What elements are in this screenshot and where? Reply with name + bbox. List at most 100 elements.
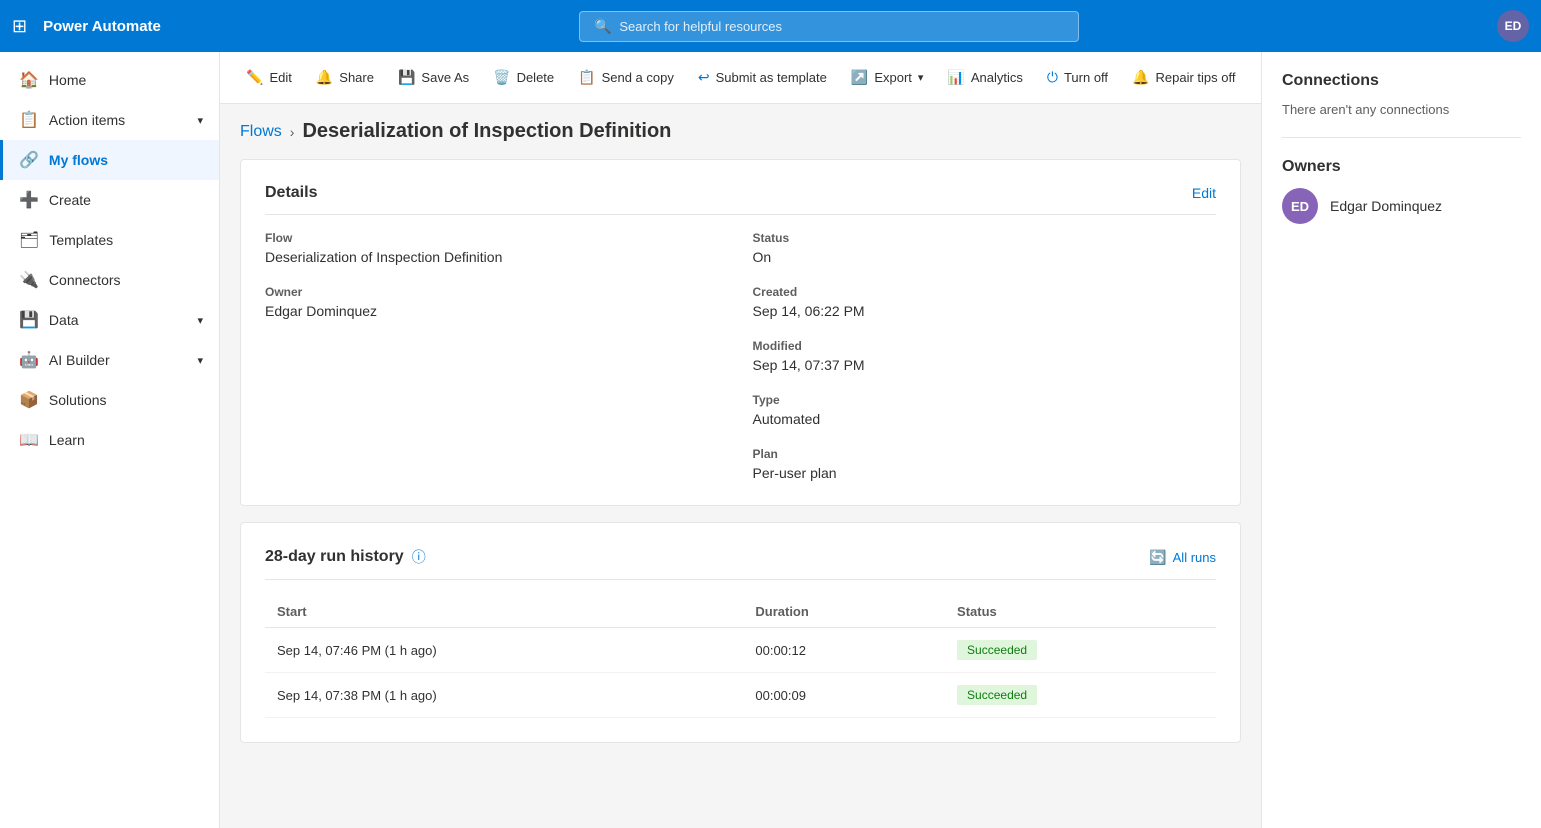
- turn-off-label: Turn off: [1064, 70, 1108, 85]
- run-history-title-row: 28-day run history ⓘ: [265, 547, 426, 567]
- sidebar-item-action-items[interactable]: 📋 Action items ▾: [0, 100, 219, 140]
- panel-divider: [1282, 137, 1521, 138]
- created-label: Created: [753, 285, 1217, 299]
- sidebar-item-create[interactable]: ➕ Create: [0, 180, 219, 220]
- edit-button[interactable]: ✏️ Edit: [236, 63, 302, 92]
- sidebar-label-connectors: Connectors: [49, 272, 121, 288]
- connections-title: Connections: [1282, 72, 1521, 90]
- sidebar-item-learn[interactable]: 📖 Learn: [0, 420, 219, 460]
- info-icon[interactable]: ⓘ: [412, 547, 426, 567]
- delete-label: Delete: [517, 70, 555, 85]
- export-label: Export: [874, 70, 912, 85]
- create-icon: ➕: [19, 190, 39, 210]
- save-as-icon: 💾: [398, 69, 415, 86]
- sidebar-label-create: Create: [49, 192, 91, 208]
- all-runs-label: All runs: [1173, 550, 1216, 565]
- turn-off-button[interactable]: ⏻ Turn off: [1037, 63, 1118, 92]
- run-history-table: Start Duration Status Sep 14, 07:46 PM (…: [265, 596, 1216, 718]
- sidebar-item-solutions[interactable]: 📦 Solutions: [0, 380, 219, 420]
- export-button[interactable]: ↗️ Export ▾: [841, 63, 934, 92]
- send-copy-icon: 📋: [578, 69, 595, 86]
- sidebar-label-solutions: Solutions: [49, 392, 107, 408]
- col-status: Status: [945, 596, 1216, 628]
- modified-label: Modified: [753, 339, 1217, 353]
- submit-template-button[interactable]: ↩ Submit as template: [688, 63, 837, 92]
- sidebar-label-home: Home: [49, 72, 86, 88]
- all-runs-button[interactable]: 🔄 All runs: [1149, 549, 1216, 566]
- export-icon: ↗️: [851, 69, 868, 86]
- send-copy-label: Send a copy: [602, 70, 674, 85]
- plan-label: Plan: [753, 447, 1217, 461]
- delete-button[interactable]: 🗑️ Delete: [483, 63, 564, 92]
- run-history-card: 28-day run history ⓘ 🔄 All runs Start Du…: [240, 522, 1241, 743]
- grid-icon[interactable]: ⊞: [12, 16, 27, 37]
- details-card-header: Details Edit: [265, 184, 1216, 215]
- chevron-down-icon-ai: ▾: [197, 354, 203, 367]
- breadcrumb-current: Deserialization of Inspection Definition: [302, 120, 671, 143]
- sidebar-label-learn: Learn: [49, 432, 85, 448]
- connections-empty-text: There aren't any connections: [1282, 102, 1521, 117]
- repair-tips-label: Repair tips off: [1155, 70, 1235, 85]
- save-as-button[interactable]: 💾 Save As: [388, 63, 479, 92]
- templates-icon: 🗂: [19, 230, 39, 250]
- solutions-icon: 📦: [19, 390, 39, 410]
- edit-label: Edit: [269, 70, 291, 85]
- sidebar-item-data[interactable]: 💾 Data ▾: [0, 300, 219, 340]
- run-start: Sep 14, 07:38 PM (1 h ago): [265, 673, 743, 718]
- sidebar: 🏠 Home 📋 Action items ▾ 🔗 My flows ➕ Cre…: [0, 52, 220, 828]
- run-history-header: 28-day run history ⓘ 🔄 All runs: [265, 547, 1216, 580]
- analytics-button[interactable]: 📊 Analytics: [937, 63, 1032, 92]
- type-value: Automated: [753, 411, 1217, 427]
- owner-label: Owner: [265, 285, 729, 299]
- home-icon: 🏠: [19, 70, 39, 90]
- search-icon: 🔍: [594, 18, 611, 35]
- analytics-icon: 📊: [947, 69, 964, 86]
- sidebar-label-my-flows: My flows: [49, 152, 108, 168]
- save-as-label: Save As: [421, 70, 469, 85]
- send-copy-button[interactable]: 📋 Send a copy: [568, 63, 684, 92]
- breadcrumb: Flows › Deserialization of Inspection De…: [240, 120, 1241, 143]
- owner-value: Edgar Dominquez: [265, 303, 729, 319]
- submit-template-label: Submit as template: [716, 70, 827, 85]
- details-card: Details Edit Flow Deserialization of Ins…: [240, 159, 1241, 506]
- plan-value: Per-user plan: [753, 465, 1217, 481]
- run-duration: 00:00:12: [743, 628, 945, 673]
- flow-value: Deserialization of Inspection Definition: [265, 249, 729, 265]
- search-bar[interactable]: 🔍 Search for helpful resources: [579, 11, 1079, 42]
- run-status: Succeeded: [945, 628, 1216, 673]
- sidebar-item-connectors[interactable]: 🔌 Connectors: [0, 260, 219, 300]
- sidebar-label-data: Data: [49, 312, 79, 328]
- export-chevron-icon: ▾: [918, 71, 924, 84]
- avatar[interactable]: ED: [1497, 10, 1529, 42]
- my-flows-icon: 🔗: [19, 150, 39, 170]
- status-value: On: [753, 249, 1217, 265]
- table-row[interactable]: Sep 14, 07:46 PM (1 h ago) 00:00:12 Succ…: [265, 628, 1216, 673]
- col-start: Start: [265, 596, 743, 628]
- created-value: Sep 14, 06:22 PM: [753, 303, 1217, 319]
- toolbar: ✏️ Edit 🔔 Share 💾 Save As 🗑️ Delete 📋 Se…: [220, 52, 1261, 104]
- sidebar-item-home[interactable]: 🏠 Home: [0, 60, 219, 100]
- owner-row: ED Edgar Dominquez: [1282, 188, 1521, 224]
- sidebar-item-ai-builder[interactable]: 🤖 AI Builder ▾: [0, 340, 219, 380]
- flow-label: Flow: [265, 231, 729, 245]
- action-items-icon: 📋: [19, 110, 39, 130]
- sidebar-item-my-flows[interactable]: 🔗 My flows: [0, 140, 219, 180]
- breadcrumb-flows-link[interactable]: Flows: [240, 123, 282, 141]
- app-name: Power Automate: [43, 18, 161, 35]
- details-grid: Flow Deserialization of Inspection Defin…: [265, 231, 1216, 481]
- details-edit-link[interactable]: Edit: [1192, 185, 1216, 201]
- sidebar-item-templates[interactable]: 🗂 Templates: [0, 220, 219, 260]
- share-button[interactable]: 🔔 Share: [306, 63, 384, 92]
- table-row[interactable]: Sep 14, 07:38 PM (1 h ago) 00:00:09 Succ…: [265, 673, 1216, 718]
- search-placeholder: Search for helpful resources: [619, 19, 782, 34]
- repair-tips-button[interactable]: 🔔 Repair tips off: [1122, 63, 1245, 92]
- run-history-title: 28-day run history: [265, 548, 404, 566]
- submit-template-icon: ↩: [698, 69, 710, 86]
- chevron-down-icon: ▾: [197, 114, 203, 127]
- edit-icon: ✏️: [246, 69, 263, 86]
- type-label: Type: [753, 393, 1217, 407]
- connectors-icon: 🔌: [19, 270, 39, 290]
- status-label: Status: [753, 231, 1217, 245]
- sidebar-label-templates: Templates: [49, 232, 113, 248]
- owner-avatar: ED: [1282, 188, 1318, 224]
